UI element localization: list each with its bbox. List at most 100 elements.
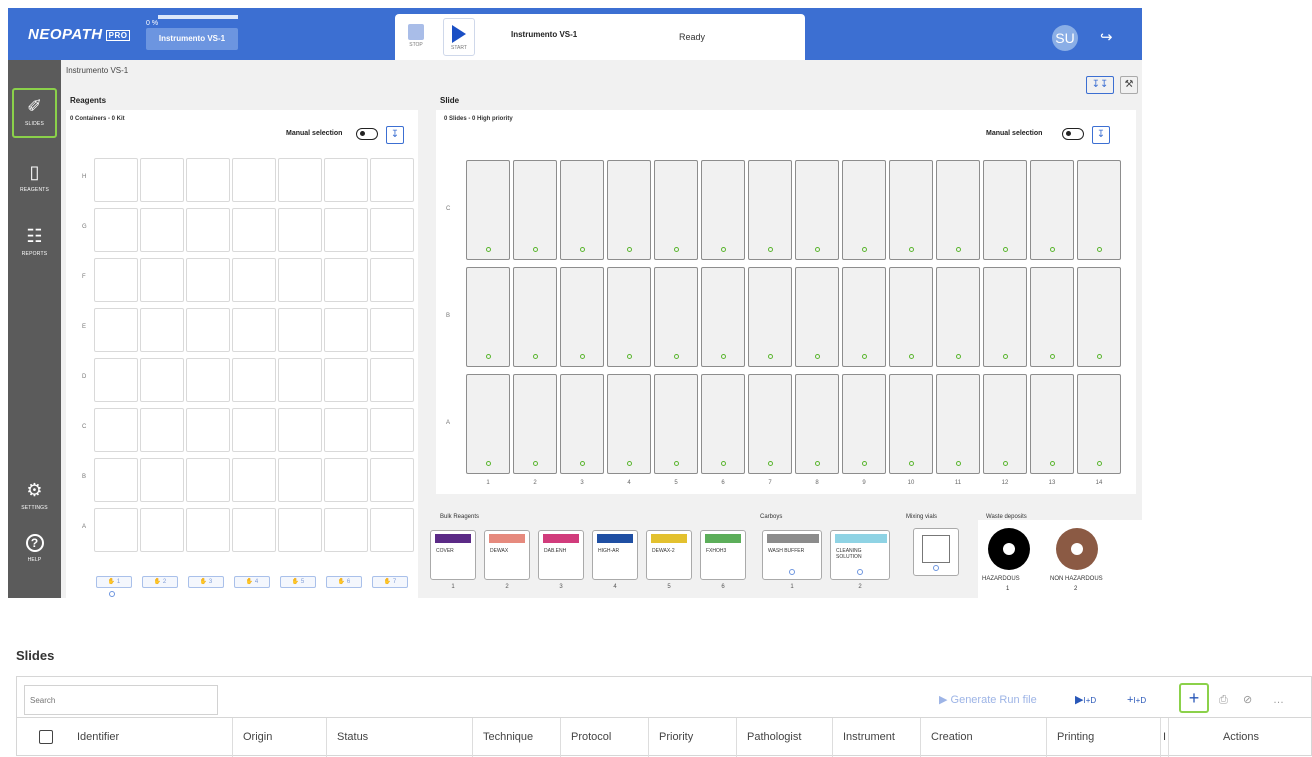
reagent-slot[interactable] (232, 458, 276, 502)
slide-slot[interactable] (560, 374, 604, 474)
rack-button[interactable]: ✋ 2 (142, 576, 178, 588)
reagent-slot[interactable] (94, 258, 138, 302)
reagent-slot[interactable] (186, 358, 230, 402)
reagent-slot[interactable] (324, 508, 368, 552)
sidebar-item-help[interactable]: ? HELP (12, 528, 57, 578)
column-header[interactable]: I (1161, 718, 1169, 757)
reagent-slot[interactable] (94, 308, 138, 352)
slide-slot[interactable] (701, 160, 745, 260)
slide-slot[interactable] (842, 374, 886, 474)
reagent-slot[interactable] (232, 308, 276, 352)
reagent-slot[interactable] (278, 208, 322, 252)
reagent-slot[interactable] (278, 258, 322, 302)
play-id-button[interactable]: ▶I+D (1075, 685, 1096, 715)
slide-slot[interactable] (1030, 267, 1074, 367)
stop-button[interactable]: STOP (401, 18, 431, 56)
rack-button[interactable]: ✋ 1 (96, 576, 132, 588)
column-header[interactable]: Origin (233, 718, 327, 757)
carboy[interactable]: CLEANING SOLUTION (830, 530, 890, 580)
slide-slot[interactable] (701, 267, 745, 367)
reagent-slot[interactable] (186, 508, 230, 552)
reagent-slot[interactable] (370, 258, 414, 302)
slide-slot[interactable] (1077, 267, 1121, 367)
reagent-slot[interactable] (94, 458, 138, 502)
slide-slot[interactable] (654, 267, 698, 367)
reagent-slot[interactable] (370, 408, 414, 452)
reagent-slot[interactable] (324, 358, 368, 402)
slide-slot[interactable] (889, 267, 933, 367)
reagent-slot[interactable] (324, 258, 368, 302)
print-icon[interactable]: ⎙ (1219, 685, 1228, 715)
reagent-slot[interactable] (278, 158, 322, 202)
reagent-slot[interactable] (140, 308, 184, 352)
select-all-checkbox[interactable] (39, 730, 53, 744)
slide-slot[interactable] (513, 267, 557, 367)
reagent-slot[interactable] (94, 358, 138, 402)
sidebar-item-slides[interactable]: ✐ SLIDES (12, 88, 57, 138)
waste-container-icon[interactable] (988, 528, 1030, 570)
reagent-slot[interactable] (232, 158, 276, 202)
reagent-slot[interactable] (186, 208, 230, 252)
reagent-slot[interactable] (278, 308, 322, 352)
slide-slot[interactable] (607, 160, 651, 260)
sidebar-item-reports[interactable]: ☷ REPORTS (12, 220, 57, 270)
search-input[interactable] (24, 685, 218, 715)
reagent-slot[interactable] (324, 158, 368, 202)
reagent-slot[interactable] (140, 158, 184, 202)
slide-slot[interactable] (466, 267, 510, 367)
slide-slot[interactable] (1030, 160, 1074, 260)
slide-slot[interactable] (466, 374, 510, 474)
column-header[interactable]: Identifier (67, 718, 233, 757)
slide-slot[interactable] (654, 374, 698, 474)
column-header[interactable]: Actions (1169, 718, 1312, 757)
reagent-slot[interactable] (186, 458, 230, 502)
validate-icon[interactable]: ⊘ (1243, 685, 1252, 715)
reagent-slot[interactable] (370, 358, 414, 402)
reagent-slot[interactable] (94, 158, 138, 202)
reagent-slot[interactable] (140, 208, 184, 252)
slide-slot[interactable] (842, 267, 886, 367)
slide-slot[interactable] (748, 374, 792, 474)
reagent-slot[interactable] (140, 458, 184, 502)
column-header[interactable]: Printing (1047, 718, 1161, 757)
slide-slot[interactable] (1077, 374, 1121, 474)
reagent-slot[interactable] (232, 508, 276, 552)
rack-button[interactable]: ✋ 6 (326, 576, 362, 588)
slide-slot[interactable] (936, 160, 980, 260)
column-header[interactable]: Protocol (561, 718, 649, 757)
waste-container-icon[interactable] (1056, 528, 1098, 570)
reagent-slot[interactable] (370, 158, 414, 202)
rack-button[interactable]: ✋ 5 (280, 576, 316, 588)
generate-run-file-button[interactable]: ▶ Generate Run file (939, 685, 1037, 715)
column-header[interactable]: Priority (649, 718, 737, 757)
reagent-slot[interactable] (140, 408, 184, 452)
reagent-slot[interactable] (370, 458, 414, 502)
add-slide-button[interactable]: + (1179, 683, 1209, 713)
reagent-slot[interactable] (370, 508, 414, 552)
column-header[interactable]: Status (327, 718, 473, 757)
slide-slot[interactable] (513, 160, 557, 260)
tools-icon[interactable]: ⚒ (1120, 76, 1138, 94)
instrument-selector-button[interactable]: Instrumento VS-1 (146, 28, 238, 50)
slide-slot[interactable] (983, 160, 1027, 260)
reagent-slot[interactable] (278, 508, 322, 552)
reagent-slot[interactable] (370, 308, 414, 352)
rack-button[interactable]: ✋ 4 (234, 576, 270, 588)
reagent-slot[interactable] (140, 258, 184, 302)
reagent-slot[interactable] (370, 208, 414, 252)
carboy[interactable]: WASH BUFFER (762, 530, 822, 580)
slide-slot[interactable] (1077, 160, 1121, 260)
bulk-reagent-bottle[interactable]: HIGH-AR (592, 530, 638, 580)
slide-slot[interactable] (748, 160, 792, 260)
bulk-reagent-bottle[interactable]: DEWAX (484, 530, 530, 580)
slide-download-button[interactable]: ↧ (1092, 126, 1110, 144)
reagent-slot[interactable] (232, 258, 276, 302)
reagents-manual-toggle[interactable] (356, 128, 378, 140)
slide-slot[interactable] (889, 160, 933, 260)
reagent-slot[interactable] (324, 308, 368, 352)
sidebar-item-reagents[interactable]: ▯ REAGENTS (12, 156, 57, 206)
reagent-slot[interactable] (278, 458, 322, 502)
reagent-slot[interactable] (232, 358, 276, 402)
slide-slot[interactable] (1030, 374, 1074, 474)
add-id-button[interactable]: +I+D (1127, 685, 1146, 715)
